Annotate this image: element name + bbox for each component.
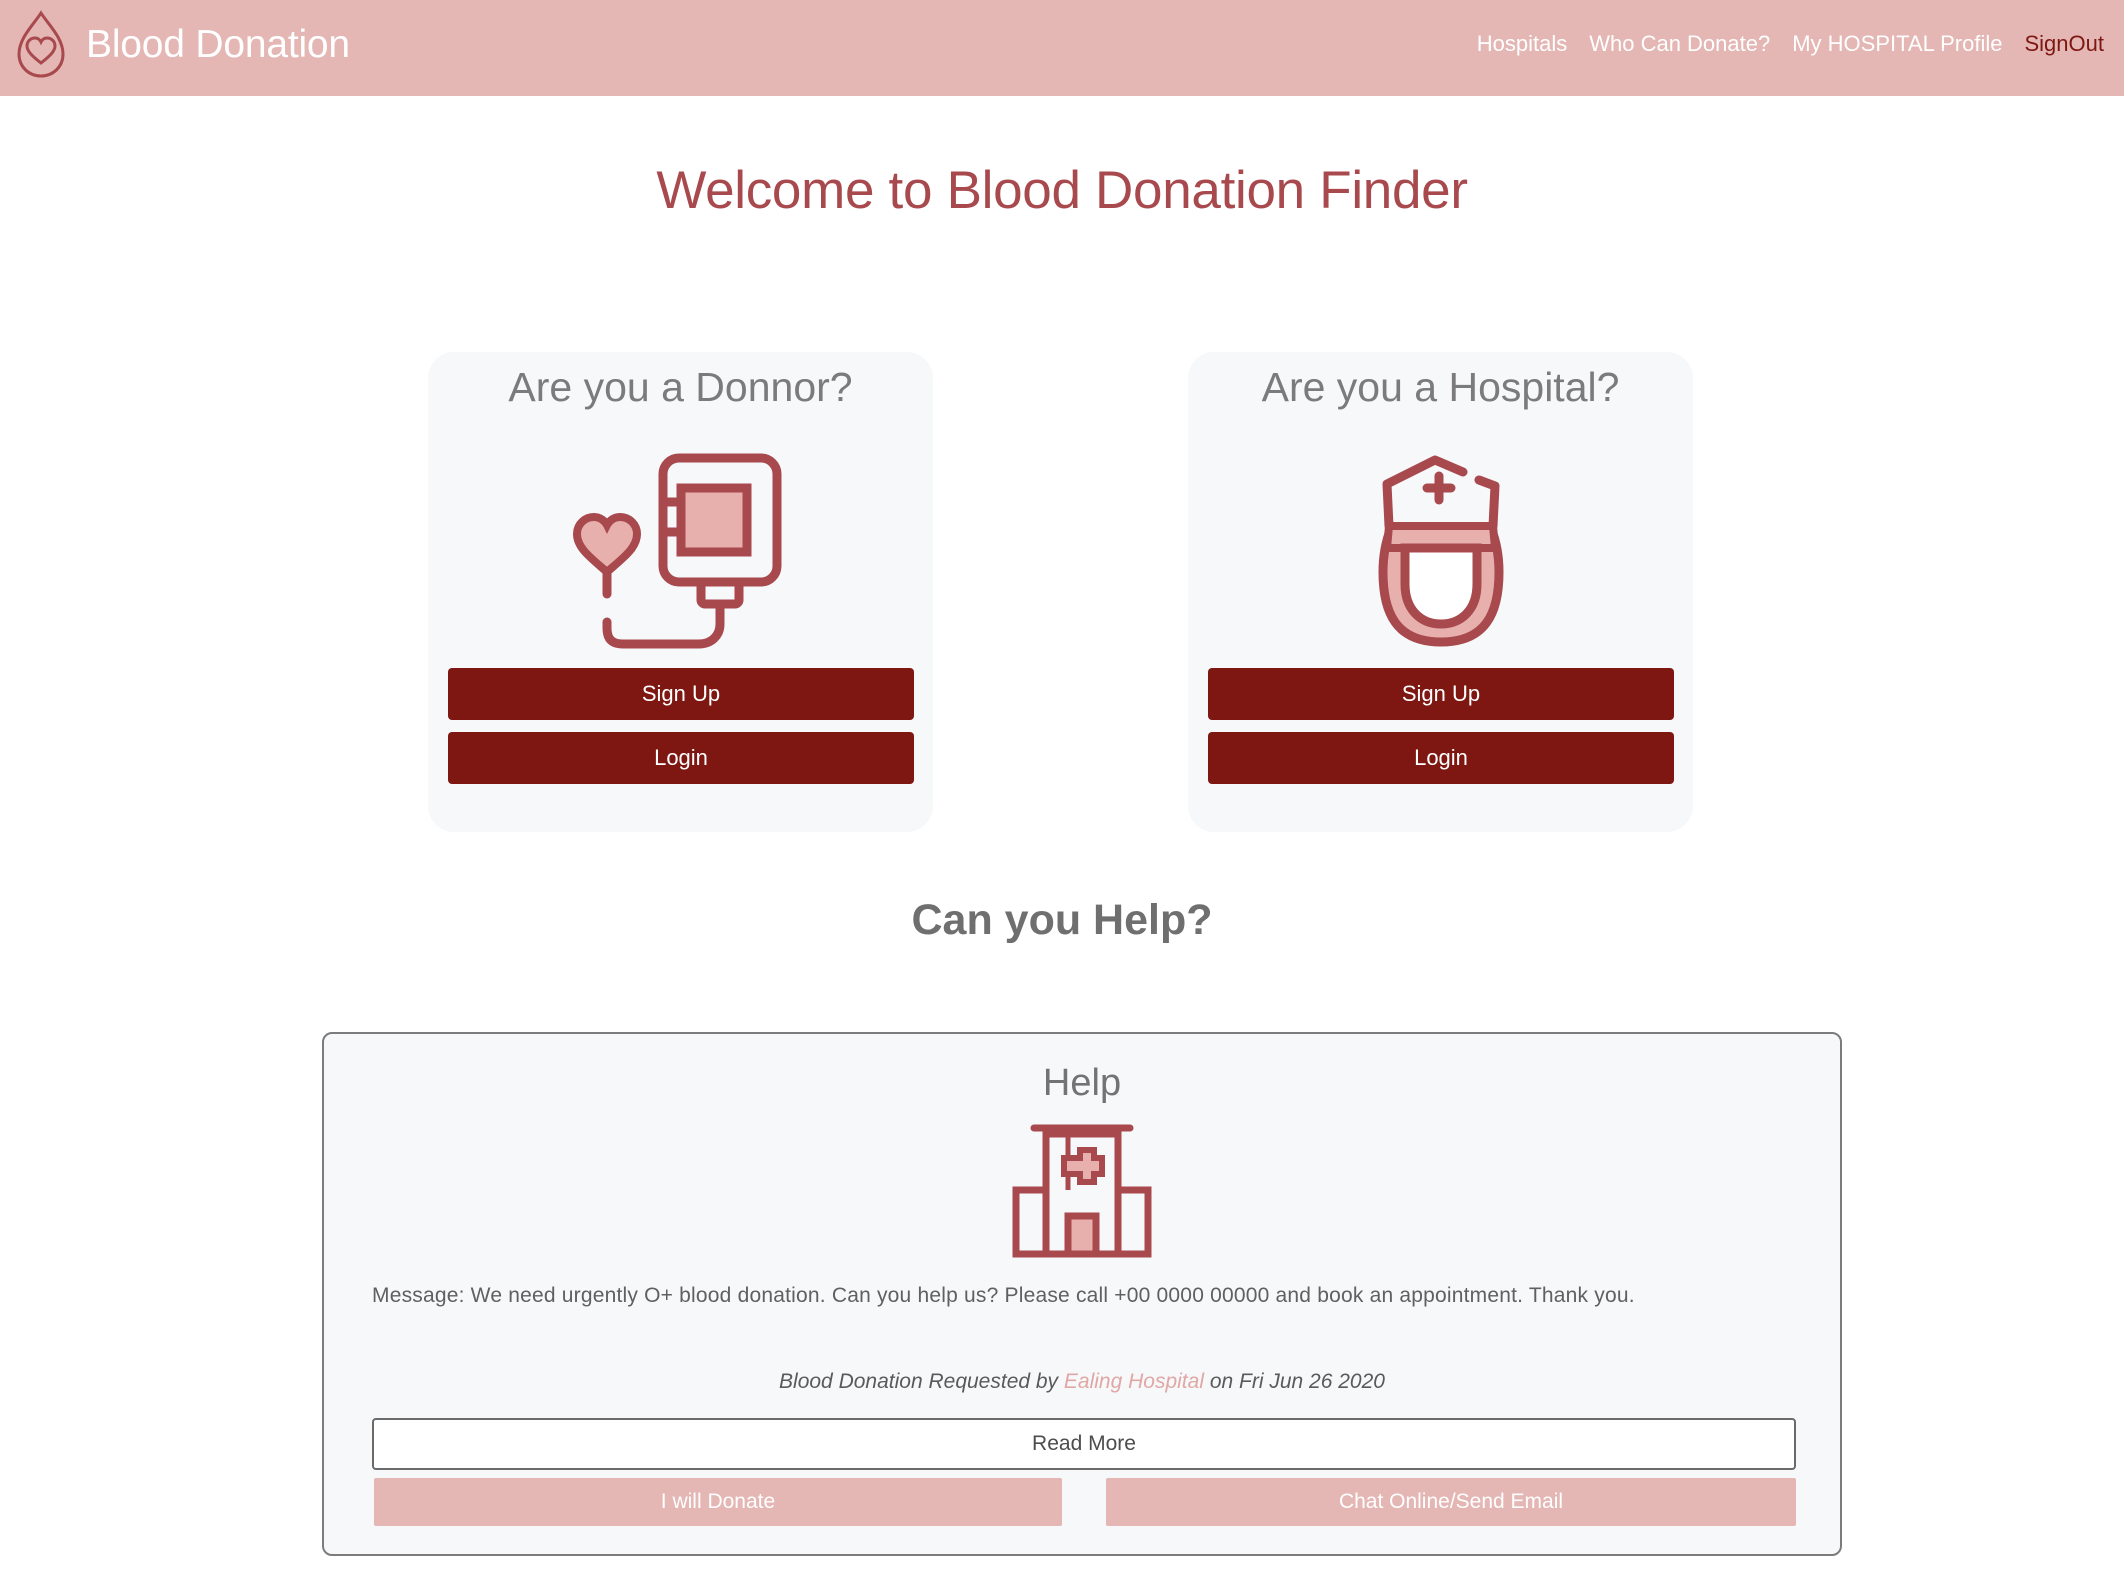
help-byline: Blood Donation Requested by Ealing Hospi… bbox=[324, 1370, 1840, 1394]
byline-date: on Fri Jun 26 2020 bbox=[1209, 1370, 1385, 1393]
blood-bag-icon bbox=[572, 453, 781, 649]
blood-drop-heart-icon bbox=[17, 10, 65, 78]
i-will-donate-button[interactable]: I will Donate bbox=[374, 1478, 1062, 1526]
hospital-login-button[interactable]: Login bbox=[1208, 732, 1674, 784]
donor-card-title: Are you a Donnor? bbox=[508, 364, 853, 410]
nav-link-hospitals[interactable]: Hospitals bbox=[1477, 31, 1567, 57]
help-message: Message: We need urgently O+ blood donat… bbox=[372, 1284, 1635, 1307]
nav-link-who-can-donate[interactable]: Who Can Donate? bbox=[1589, 31, 1770, 57]
nav-links: Hospitals Who Can Donate? My HOSPITAL Pr… bbox=[1455, 31, 2104, 57]
hospital-card-title: Are you a Hospital? bbox=[1261, 364, 1620, 410]
read-more-button[interactable]: Read More bbox=[372, 1418, 1796, 1470]
brand-title: Blood Donation bbox=[86, 23, 350, 66]
navbar: Blood Donation Hospitals Who Can Donate?… bbox=[0, 0, 2124, 96]
page-title: Welcome to Blood Donation Finder bbox=[656, 161, 1468, 220]
help-card-title: Help bbox=[1042, 1062, 1122, 1104]
help-request-card: Help Message: We need urgently O+ blood … bbox=[322, 1032, 1842, 1556]
donor-login-button[interactable]: Login bbox=[448, 732, 914, 784]
nurse-icon bbox=[1377, 455, 1504, 647]
nav-link-signout[interactable]: SignOut bbox=[2025, 31, 2105, 57]
requesting-hospital-link[interactable]: Ealing Hospital bbox=[1064, 1370, 1204, 1393]
donor-signup-button[interactable]: Sign Up bbox=[448, 668, 914, 720]
brand[interactable]: Blood Donation bbox=[14, 10, 350, 80]
chat-send-email-button[interactable]: Chat Online/Send Email bbox=[1106, 1478, 1796, 1526]
byline-prefix: Blood Donation Requested by bbox=[779, 1370, 1059, 1393]
donor-card: Are you a Donnor? Sign Up Login bbox=[428, 352, 933, 832]
hospital-signup-button[interactable]: Sign Up bbox=[1208, 668, 1674, 720]
hospital-building-icon bbox=[1012, 1124, 1152, 1258]
hospital-card: Are you a Hospital? Sign Up Login bbox=[1188, 352, 1693, 832]
nav-link-my-hospital-profile[interactable]: My HOSPITAL Profile bbox=[1792, 31, 2002, 57]
help-section-heading: Can you Help? bbox=[911, 896, 1213, 944]
